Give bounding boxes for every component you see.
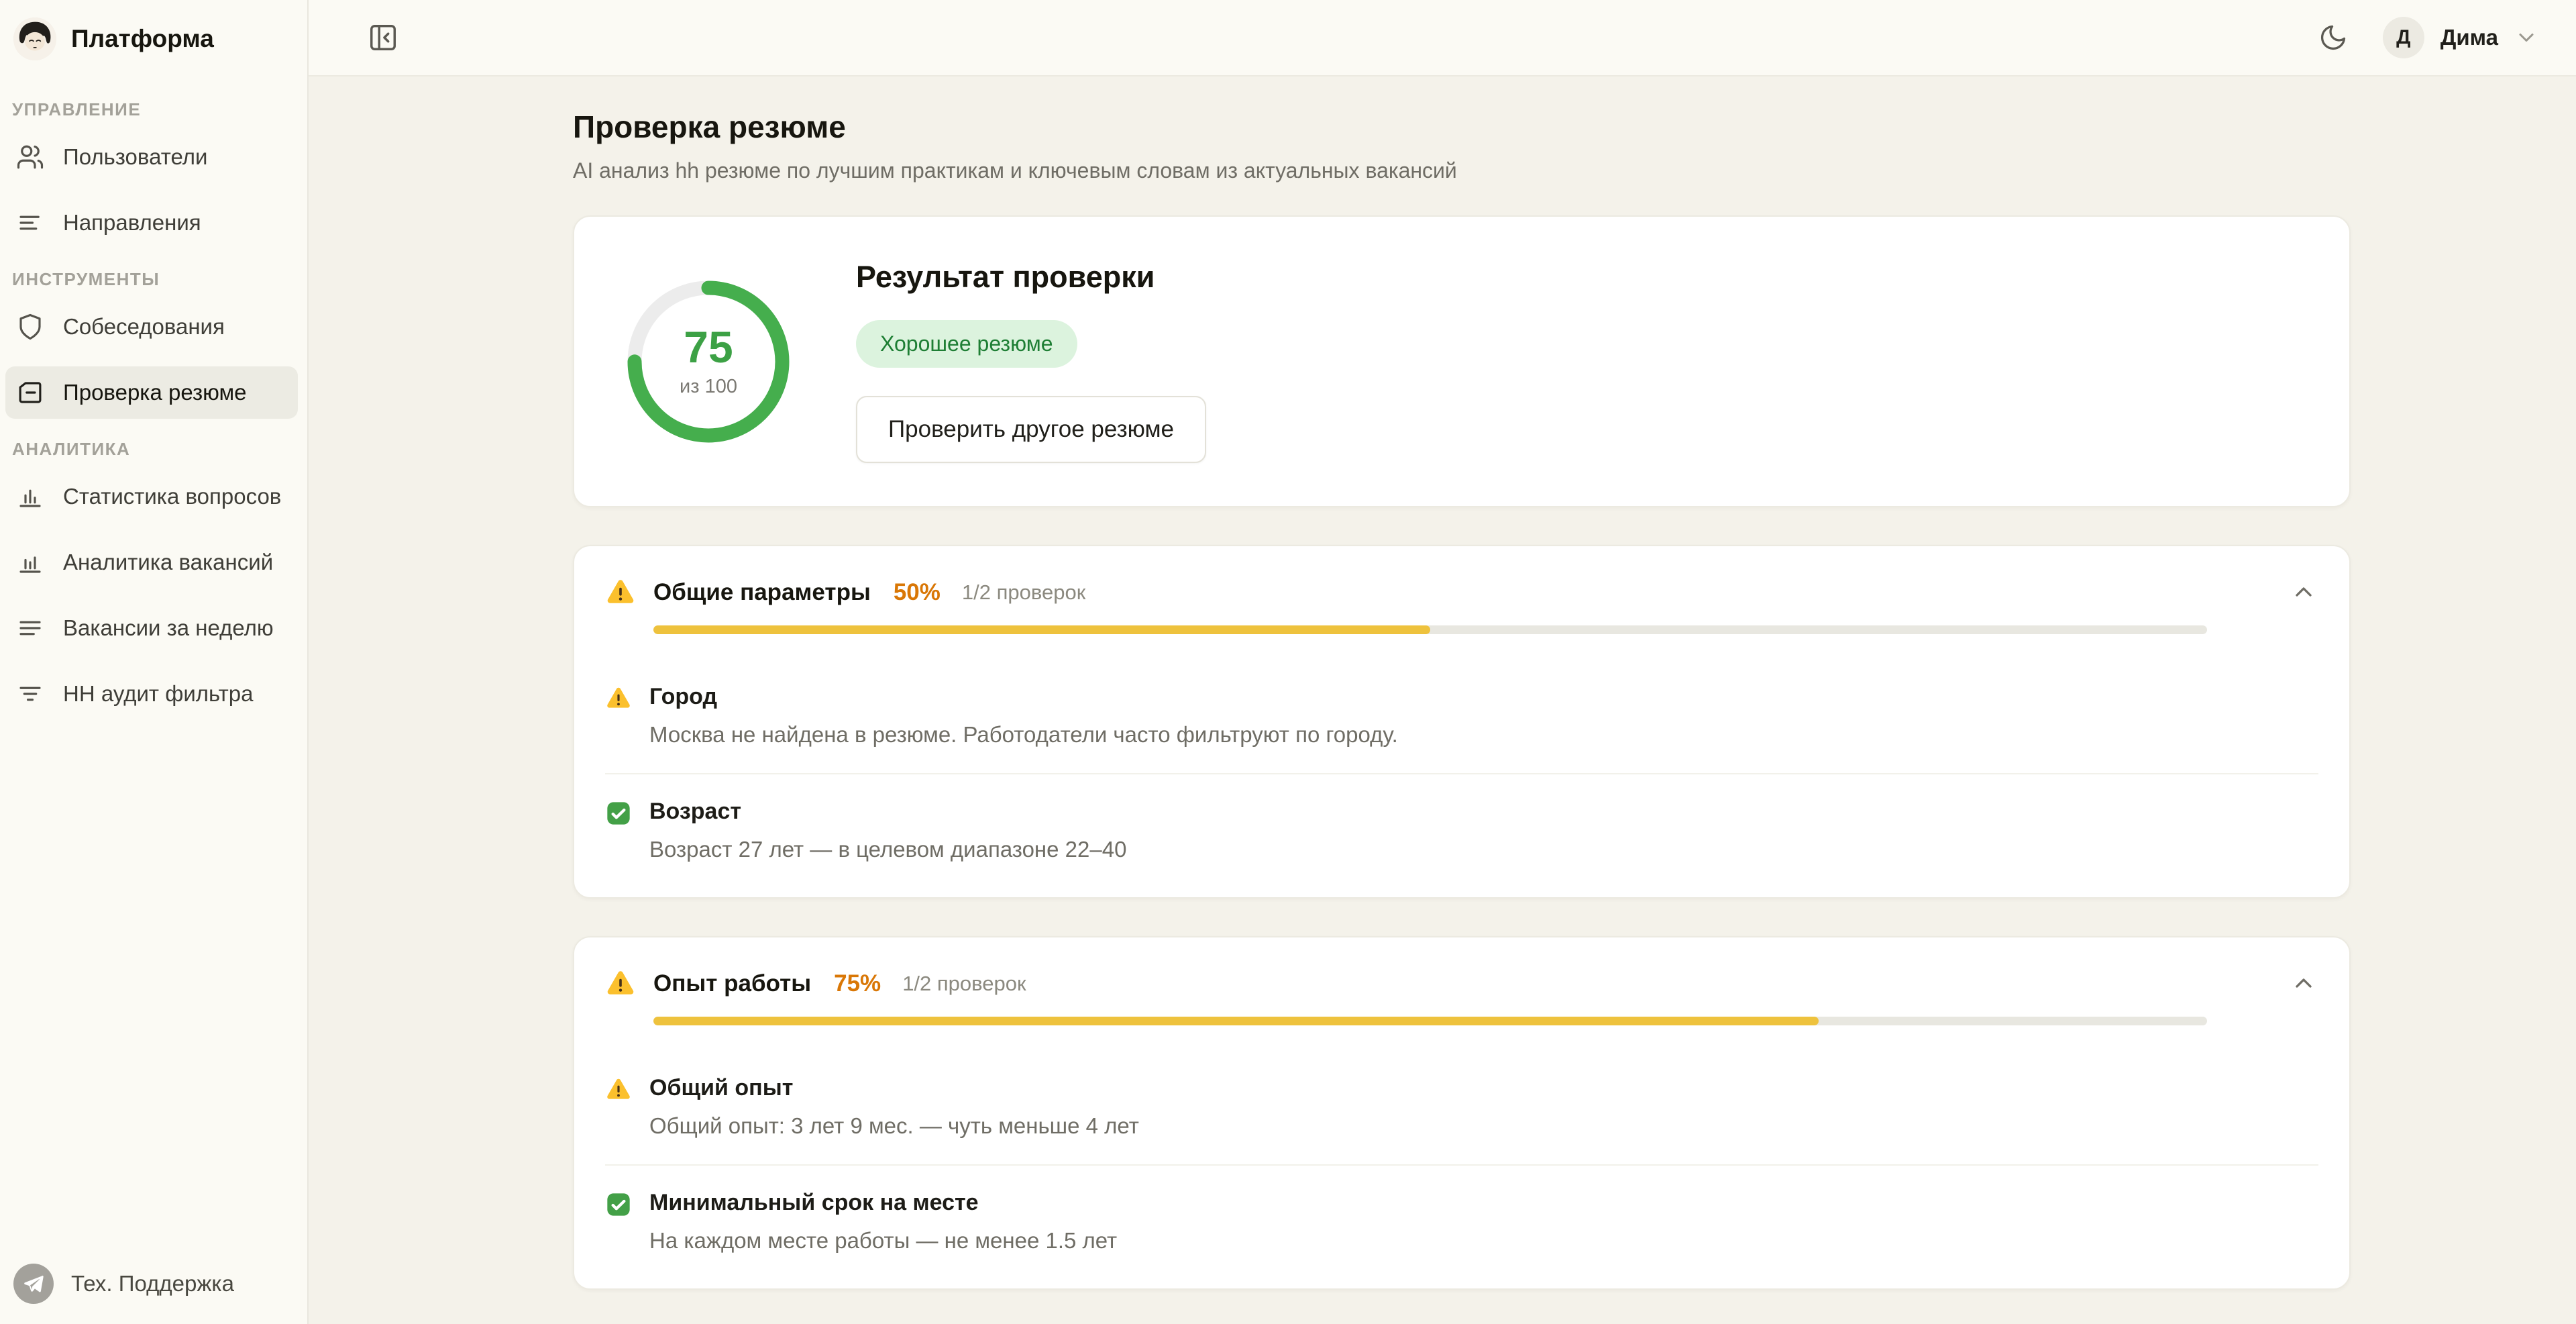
sidebar-item-resume-check[interactable]: Проверка резюме [5,366,298,419]
check-row: Общий опыт Общий опыт: 3 лет 9 мес. — чут… [605,1051,2318,1164]
result-card: 75 из 100 Результат проверки Хорошее рез… [573,215,2351,507]
shield-icon [16,313,44,341]
sidebar-item-label: HH аудит фильтра [63,681,253,707]
check-card-general: Общие параметры 50% 1/2 проверок Город Мо… [573,545,2351,899]
sidebar-nav: УПРАВЛЕНИЕ Пользователи Направления ИНСТ… [0,77,307,1249]
result-title: Результат проверки [856,260,1206,295]
warning-icon [605,968,636,999]
page-subtitle: AI анализ hh резюме по лучшим практикам … [573,158,2351,183]
nav-section-label-analytics: АНАЛИТИКА [12,439,307,460]
page-title: Проверка резюме [573,109,2351,145]
telegram-icon [13,1264,54,1304]
check-another-resume-button[interactable]: Проверить другое резюме [856,396,1206,463]
page-content: Проверка резюме AI анализ hh резюме по л… [309,77,2576,1324]
check-section-title: Опыт работы [653,970,811,997]
sidebar-item-vacancy-analytics[interactable]: Аналитика вакансий [5,536,298,589]
collapse-section-button[interactable] [2290,970,2317,997]
topbar: Д Дима [309,0,2576,77]
check-icon [605,800,632,827]
check-card-header[interactable]: Опыт работы 75% 1/2 проверок [574,937,2349,1051]
check-row-description: Возраст 27 лет — в целевом диапазоне 22–… [649,837,1126,862]
check-card-header[interactable]: Общие параметры 50% 1/2 проверок [574,546,2349,660]
check-row-title: Минимальный срок на месте [649,1190,1117,1216]
sidebar-item-directions[interactable]: Направления [5,197,298,249]
lines-icon [16,614,44,642]
support-link[interactable]: Тех. Поддержка [0,1249,307,1324]
align-left-icon [16,209,44,237]
check-card-experience: Опыт работы 75% 1/2 проверок Общий опытО… [573,936,2351,1290]
check-section-percent: 75% [834,970,881,997]
sidebar-item-label: Пользователи [63,144,207,170]
sidebar-item-label: Проверка резюме [63,380,247,405]
result-badge: Хорошее резюме [856,320,1077,368]
support-label: Тех. Поддержка [71,1271,234,1296]
bar-chart-icon [16,548,44,576]
user-name: Дима [2440,25,2498,50]
sidebar-collapse-button[interactable] [362,17,404,58]
document-icon [16,378,44,407]
check-row-title: Возраст [649,799,1126,825]
check-section-count: 1/2 проверок [902,972,1026,996]
sidebar-item-label: Статистика вопросов [63,484,281,509]
nav-section-label-management: УПРАВЛЕНИЕ [12,99,307,120]
warning-icon [605,1076,632,1103]
progress-bar [653,1017,2207,1025]
check-row: Город Москва не найдена в резюме. Работод… [605,660,2318,773]
sidebar-item-interviews[interactable]: Собеседования [5,301,298,353]
check-row: Возраст Возраст 27 лет — в целевом диапаз… [605,773,2318,888]
user-menu[interactable]: Д Дима [2383,17,2538,58]
check-icon [605,1191,632,1218]
sidebar-item-weekly-vacancies[interactable]: Вакансии за неделю [5,602,298,654]
sidebar-item-label: Аналитика вакансий [63,550,273,575]
progress-bar [653,625,2207,634]
users-icon [16,143,44,171]
check-row-title: Общий опыт [649,1075,1139,1101]
sidebar-item-label: Собеседования [63,314,225,340]
check-row-description: Общий опыт: 3 лет 9 мес. — чуть меньше 4… [649,1113,1139,1139]
main-area: Д Дима Проверка резюме AI анализ hh резю… [309,0,2576,1324]
score-ring: 75 из 100 [621,274,796,449]
filter-icon [16,680,44,708]
dark-mode-toggle[interactable] [2313,17,2353,58]
app-logo-row: Платформа [0,0,307,77]
sidebar-item-label: Направления [63,210,201,236]
chevron-up-icon [2290,970,2317,997]
sidebar: Платформа УПРАВЛЕНИЕ Пользователи Направ… [0,0,309,1324]
check-section-title: Общие параметры [653,579,871,606]
warning-icon [605,577,636,608]
check-row-title: Город [649,684,1398,710]
user-avatar: Д [2383,17,2424,58]
app-logo-icon [13,17,56,60]
check-row: Минимальный срок на месте На каждом месте… [605,1164,2318,1279]
bar-chart-icon [16,482,44,511]
collapse-section-button[interactable] [2290,578,2317,605]
score-caption: из 100 [680,376,737,398]
chevron-up-icon [2290,578,2317,605]
moon-icon [2318,23,2348,52]
app-title: Платформа [71,25,214,53]
sidebar-item-hh-filter-audit[interactable]: HH аудит фильтра [5,668,298,720]
chevron-down-icon [2514,26,2538,50]
check-row-description: На каждом месте работы — не менее 1.5 ле… [649,1228,1117,1254]
check-row-description: Москва не найдена в резюме. Работодатели… [649,722,1398,748]
score-value: 75 [684,325,733,369]
nav-section-label-tools: ИНСТРУМЕНТЫ [12,269,307,290]
check-section-count: 1/2 проверок [962,580,1085,605]
sidebar-item-users[interactable]: Пользователи [5,131,298,183]
warning-icon [605,685,632,712]
check-section-percent: 50% [894,579,941,606]
sidebar-item-question-stats[interactable]: Статистика вопросов [5,470,298,523]
sidebar-item-label: Вакансии за неделю [63,615,274,641]
